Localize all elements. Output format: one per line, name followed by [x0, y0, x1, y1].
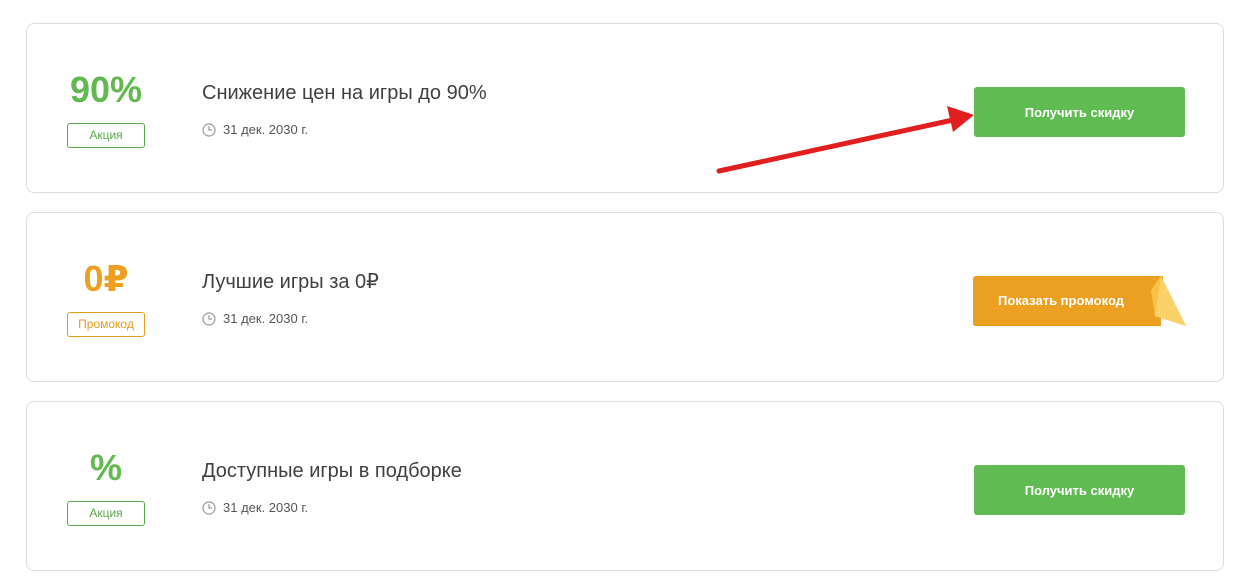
expiry-date-row: 31 дек. 2030 г.	[202, 122, 308, 138]
offer-title[interactable]: Снижение цен на игры до 90%	[202, 81, 487, 105]
clock-icon	[202, 312, 216, 326]
clock-icon	[202, 123, 216, 137]
offer-type-badge: Промокод	[67, 312, 145, 337]
expiry-date: 31 дек. 2030 г.	[223, 500, 309, 515]
offer-title[interactable]: Лучшие игры за 0₽	[202, 270, 379, 294]
discount-value: 90%	[69, 69, 143, 110]
show-promo-code-label: Показать промокод	[998, 293, 1124, 308]
discount-value: 0₽	[83, 258, 129, 299]
discount-value: %	[89, 447, 122, 488]
get-discount-button[interactable]: Получить скидку	[974, 87, 1185, 137]
expiry-date-row: 31 дек. 2030 г.	[202, 311, 308, 327]
expiry-date: 31 дек. 2030 г.	[223, 311, 309, 326]
offer-card: 90% Акция Снижение цен на игры до 90% 31…	[26, 23, 1224, 193]
expiry-date: 31 дек. 2030 г.	[223, 122, 309, 137]
offer-title[interactable]: Доступные игры в подборке	[202, 459, 462, 483]
show-promo-code-button[interactable]: Показать промокод	[973, 276, 1186, 326]
offer-type-badge: Акция	[67, 123, 145, 148]
offer-card: 0₽ Промокод Лучшие игры за 0₽ 31 дек. 20…	[26, 212, 1224, 382]
clock-icon	[202, 501, 216, 515]
offer-card: % Акция Доступные игры в подборке 31 дек…	[26, 401, 1224, 571]
offers-list: 90% Акция Снижение цен на игры до 90% 31…	[0, 0, 1238, 586]
expiry-date-row: 31 дек. 2030 г.	[202, 500, 308, 516]
get-discount-button[interactable]: Получить скидку	[974, 465, 1185, 515]
offer-type-badge: Акция	[67, 501, 145, 526]
